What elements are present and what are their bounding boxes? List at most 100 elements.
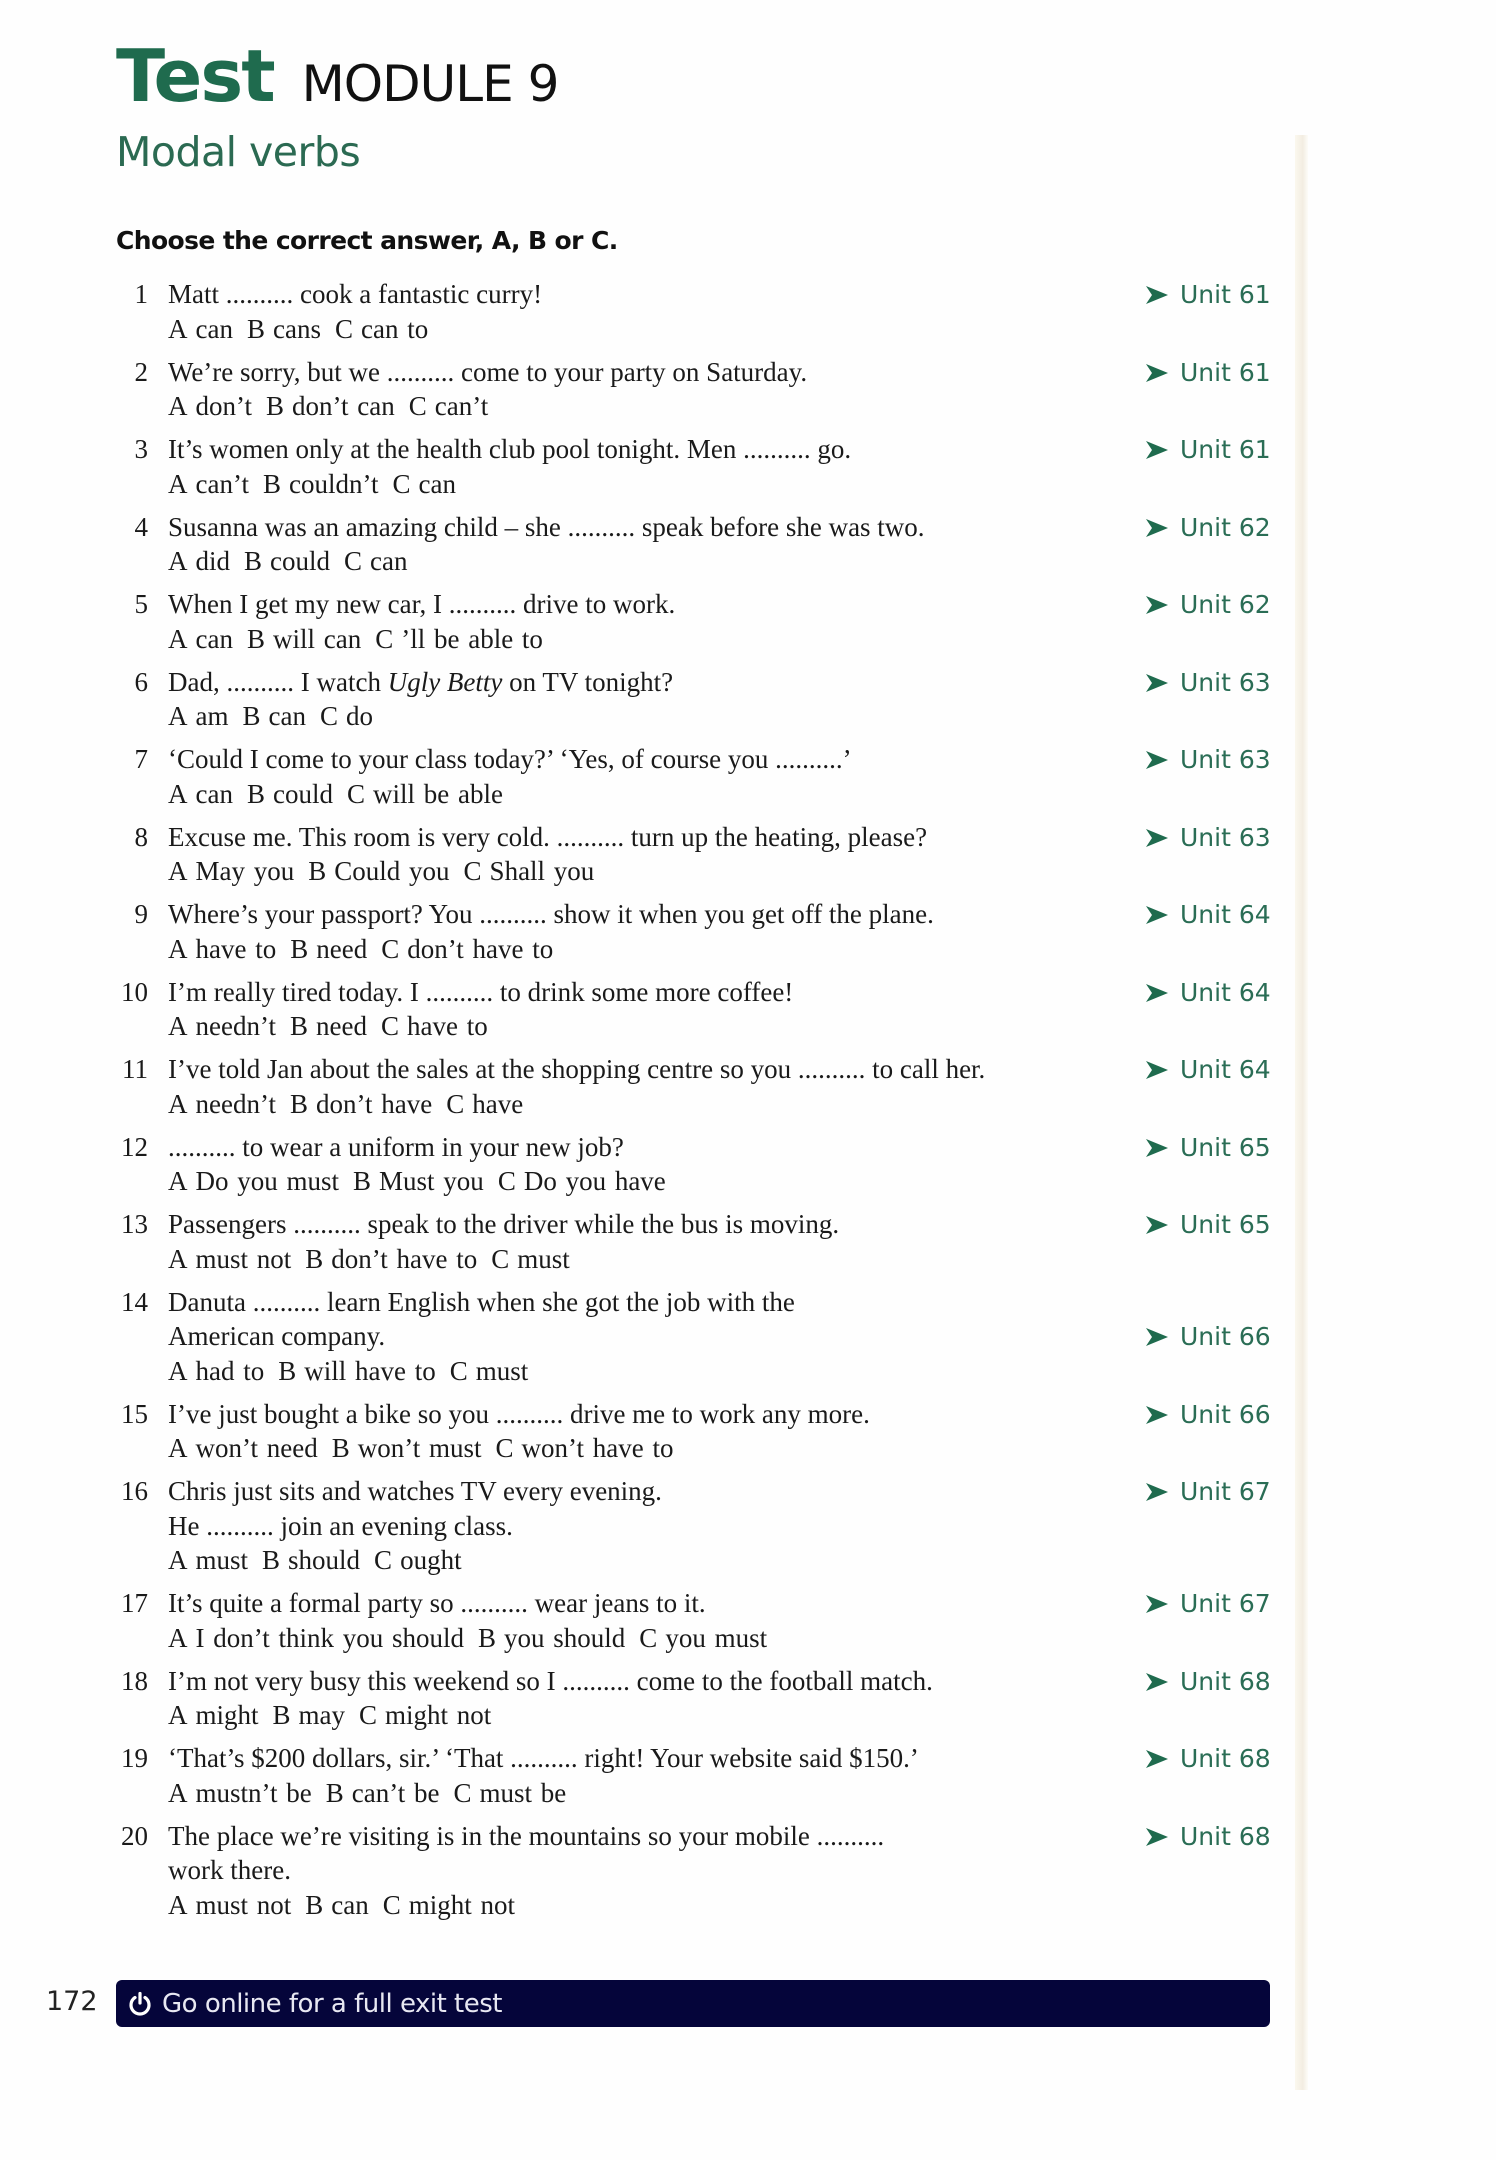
answer-option[interactable]: Aam (168, 701, 229, 731)
answer-option[interactable]: C Do you have (498, 1166, 666, 1196)
unit-reference-link[interactable]: Unit 68 (1145, 1820, 1271, 1855)
answer-option[interactable]: C Shall you (464, 856, 595, 886)
answer-option[interactable]: Cdo (320, 701, 373, 731)
option-text: won’t need (195, 1433, 318, 1463)
answer-option[interactable]: Bneed (290, 1011, 367, 1041)
answer-option[interactable]: Bwon’t must (332, 1433, 482, 1463)
unit-reference-link[interactable]: Unit 63 (1145, 743, 1271, 778)
unit-reference-link[interactable]: Unit 68 (1145, 1665, 1271, 1700)
answer-option[interactable]: Cyou must (639, 1623, 767, 1653)
option-letter: C (463, 856, 482, 886)
answer-option[interactable]: Acan (168, 624, 233, 654)
unit-reference-link[interactable]: Unit 64 (1145, 1053, 1271, 1088)
question-number: 7 (134, 744, 149, 774)
answer-option[interactable]: Cdon’t have to (381, 934, 553, 964)
answer-option[interactable]: Acan (168, 314, 233, 344)
answer-option[interactable]: AI don’t think you should (168, 1623, 464, 1653)
answer-option[interactable]: Bcan’t be (326, 1778, 440, 1808)
unit-label: Unit 68 (1180, 1821, 1271, 1851)
answer-option[interactable]: Aneedn’t (168, 1011, 276, 1041)
answer-option[interactable]: Cmust be (453, 1778, 566, 1808)
arrowhead-right-icon (1146, 1138, 1168, 1157)
answer-option[interactable]: Bdon’t have (290, 1089, 432, 1119)
options-line: Amust not Bdon’t have to Cmust (0, 1242, 1296, 1277)
unit-reference-link[interactable]: Unit 65 (1145, 1131, 1271, 1166)
answer-option[interactable]: Bcould (244, 546, 330, 576)
answer-option[interactable]: Ccan’t (409, 391, 489, 421)
arrowhead-right-icon (1146, 1750, 1168, 1769)
answer-option[interactable]: Bcans (247, 314, 321, 344)
answer-option[interactable]: Byou should (478, 1623, 625, 1653)
answer-option[interactable]: Ahave to (168, 934, 276, 964)
option-letter: B (242, 701, 261, 731)
unit-reference-link[interactable]: Unit 63 (1145, 666, 1271, 701)
unit-reference-link[interactable]: Unit 64 (1145, 898, 1271, 933)
answer-option[interactable]: Bcould (247, 779, 333, 809)
answer-option[interactable]: Amustn’t be (168, 1778, 312, 1808)
option-letter: B (266, 391, 285, 421)
unit-reference-link[interactable]: Unit 64 (1145, 976, 1271, 1011)
unit-reference-link[interactable]: Unit 62 (1145, 588, 1271, 623)
answer-option[interactable]: Aneedn’t (168, 1089, 276, 1119)
answer-option[interactable]: Amust not (168, 1890, 291, 1920)
unit-reference-link[interactable]: Unit 66 (1145, 1398, 1271, 1433)
options-line: Acan Bcould Cwill be able (0, 777, 1296, 812)
answer-option[interactable]: Awon’t need (168, 1433, 318, 1463)
answer-option[interactable]: Bneed (290, 934, 367, 964)
option-letter: B (289, 1011, 308, 1041)
unit-reference-link[interactable]: Unit 66 (1145, 1320, 1271, 1355)
answer-option[interactable]: Cmust (491, 1244, 570, 1274)
answer-option[interactable]: C’ll be able to (375, 624, 543, 654)
answer-option[interactable]: A May you (168, 856, 294, 886)
answer-option[interactable]: Bcouldn’t (263, 469, 379, 499)
answer-option[interactable]: Cmight not (383, 1890, 515, 1920)
question-number: 4 (134, 511, 149, 542)
answer-option[interactable]: Adon’t (168, 391, 252, 421)
answer-option[interactable]: Cmight not (359, 1700, 491, 1730)
option-letter: B (278, 1355, 297, 1386)
answer-option[interactable]: Ccan to (335, 314, 428, 344)
answer-option[interactable]: Cwill be able (347, 779, 503, 809)
answer-option[interactable]: Chave to (381, 1011, 488, 1041)
unit-reference-link[interactable]: Unit 63 (1145, 821, 1271, 856)
answer-option[interactable]: Bshould (262, 1545, 360, 1575)
answer-option[interactable]: Acan (168, 779, 233, 809)
unit-reference-link[interactable]: Unit 61 (1145, 278, 1271, 313)
answer-option[interactable]: Bdon’t can (266, 391, 395, 421)
unit-label: Unit 68 (1180, 1666, 1271, 1696)
answer-options: Acan Bwill can C’ll be able to (168, 622, 557, 657)
answer-option[interactable]: Cwon’t have to (496, 1433, 674, 1463)
answer-option[interactable]: B Could you (308, 856, 449, 886)
option-text: won’t must (357, 1433, 482, 1463)
answer-option[interactable]: B Must you (353, 1166, 484, 1196)
unit-reference-link[interactable]: Unit 62 (1145, 511, 1271, 546)
answer-option[interactable]: Bcan (243, 701, 306, 731)
answer-option[interactable]: Amust (168, 1545, 248, 1575)
answer-option[interactable]: Cmust (450, 1356, 529, 1386)
answer-option[interactable]: Ccan (344, 546, 407, 576)
answer-option[interactable]: Cought (374, 1545, 462, 1575)
answer-option[interactable]: A Do you must (168, 1166, 339, 1196)
answer-option[interactable]: Bdon’t have to (305, 1244, 477, 1274)
question-number: 10 (121, 976, 148, 1007)
question-number: 5 (134, 589, 149, 619)
unit-reference-link[interactable]: Unit 67 (1145, 1475, 1271, 1510)
answer-option[interactable]: Amight (168, 1700, 259, 1730)
unit-reference-link[interactable]: Unit 65 (1145, 1208, 1271, 1243)
answer-option[interactable]: Ccan (393, 469, 456, 499)
answer-option[interactable]: Bwill can (247, 624, 361, 654)
answer-option[interactable]: Amust not (168, 1244, 291, 1274)
unit-reference-link[interactable]: Unit 68 (1145, 1742, 1271, 1777)
answer-option[interactable]: Bwill have to (278, 1356, 436, 1386)
unit-reference-link[interactable]: Unit 61 (1145, 433, 1271, 468)
answer-option[interactable]: Acan’t (168, 469, 249, 499)
question-text: ‘Could I come to your class today?’ ‘Yes… (168, 744, 852, 774)
answer-option[interactable]: Bmay (273, 1700, 346, 1730)
unit-reference-link[interactable]: Unit 67 (1145, 1587, 1271, 1622)
online-test-banner[interactable]: Go online for a full exit test (116, 1980, 1270, 2027)
unit-reference-link[interactable]: Unit 61 (1145, 356, 1271, 391)
answer-option[interactable]: Adid (168, 546, 230, 576)
answer-option[interactable]: Chave (446, 1089, 523, 1119)
answer-option[interactable]: Bcan (305, 1890, 368, 1920)
answer-option[interactable]: Ahad to (168, 1356, 264, 1386)
